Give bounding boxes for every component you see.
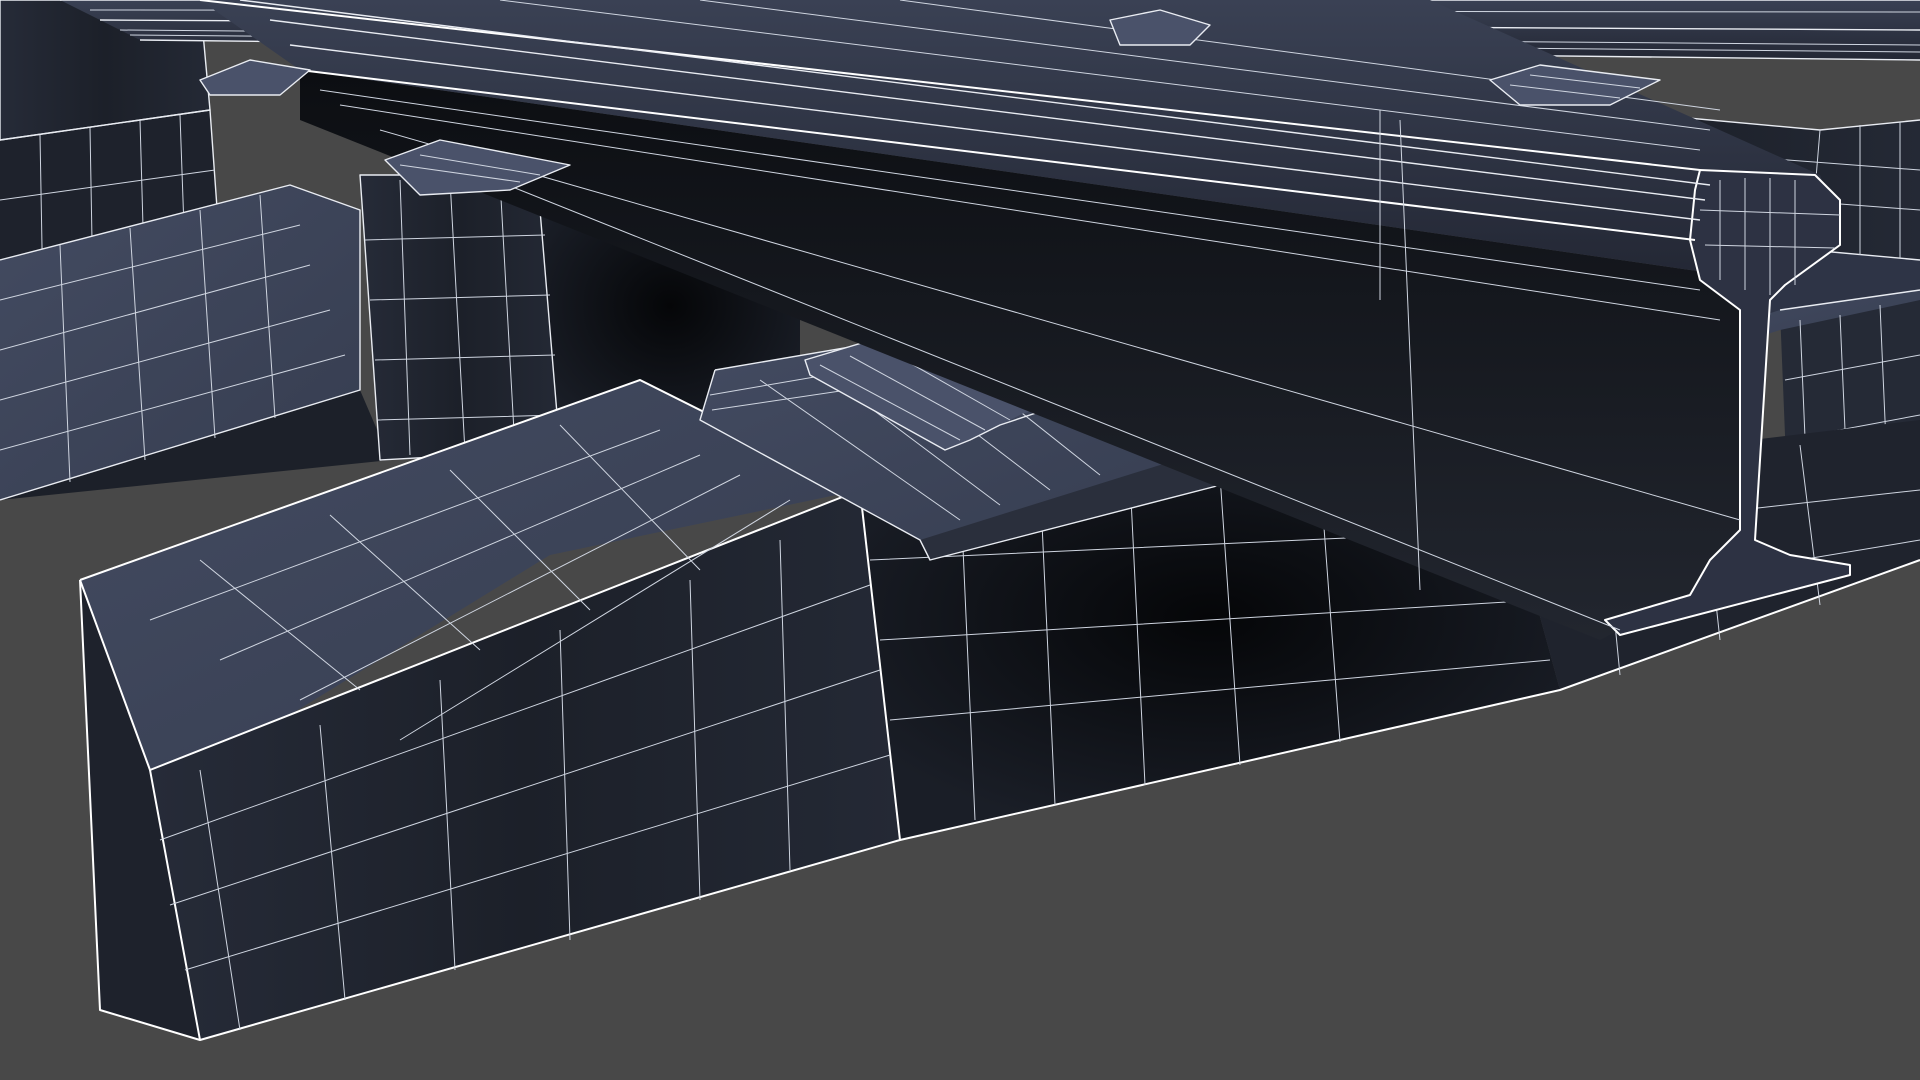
viewport-canvas[interactable]: [0, 0, 1920, 1080]
3d-viewport[interactable]: [0, 0, 1920, 1080]
